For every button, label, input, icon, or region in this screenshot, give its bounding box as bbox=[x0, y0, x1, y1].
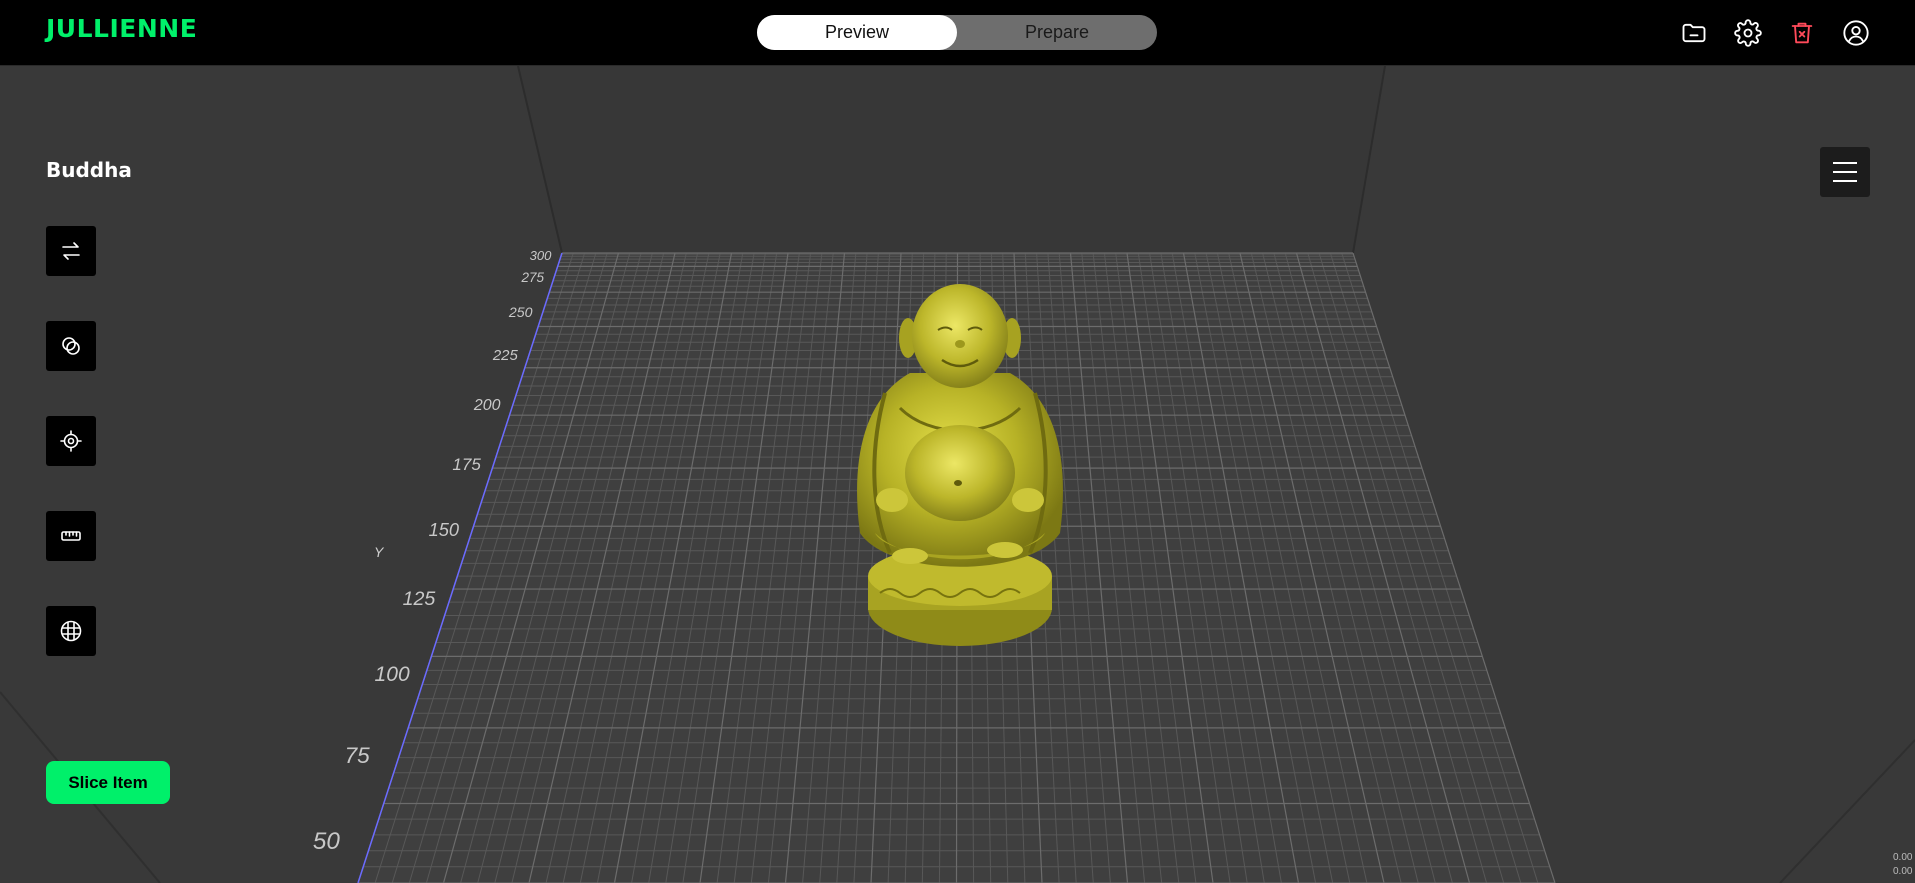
position-icon bbox=[60, 430, 82, 452]
folder-icon[interactable] bbox=[1680, 19, 1708, 47]
hamburger-icon-line bbox=[1833, 180, 1857, 182]
y-axis-tick-label: 150 bbox=[428, 518, 460, 540]
y-axis-tick-label: 100 bbox=[374, 663, 410, 687]
grid-icon bbox=[60, 620, 82, 642]
y-axis-tick-label: 300 bbox=[529, 248, 552, 264]
top-bar: JULLIENNE Preview Prepare bbox=[0, 0, 1915, 66]
position-tool-button[interactable] bbox=[46, 416, 96, 466]
buddha-model[interactable] bbox=[830, 278, 1090, 658]
mode-toggle: Preview Prepare bbox=[757, 15, 1157, 50]
user-icon[interactable] bbox=[1842, 19, 1870, 47]
y-axis-tick-label: 50 bbox=[312, 828, 340, 856]
y-axis-tick-label: 250 bbox=[508, 303, 533, 320]
model-name: Buddha bbox=[46, 158, 132, 182]
tab-prepare[interactable]: Prepare bbox=[957, 15, 1157, 50]
slice-item-button[interactable]: Slice Item bbox=[46, 761, 170, 804]
y-axis-name: Y bbox=[374, 544, 384, 560]
move-tool-button[interactable] bbox=[46, 226, 96, 276]
move-icon bbox=[62, 242, 80, 260]
y-axis-tick-label: 125 bbox=[402, 588, 436, 611]
scale-icon bbox=[62, 337, 80, 355]
y-axis-tick-label: 225 bbox=[492, 346, 518, 364]
menu-button[interactable] bbox=[1820, 147, 1870, 197]
y-axis-tick-label: 175 bbox=[452, 454, 481, 474]
brand-logo: JULLIENNE bbox=[46, 14, 198, 43]
y-axis-tick-label: 75 bbox=[344, 743, 370, 769]
scale-tool-button[interactable] bbox=[46, 321, 96, 371]
y-axis-tick-label: 275 bbox=[521, 270, 544, 285]
viewport-3d[interactable]: 300 275 250 225 200 175 150 125 100 75 50 Y B bbox=[0, 66, 1915, 883]
y-axis-tick-label: 200 bbox=[473, 397, 501, 415]
coordinate-readout-2: 0.00 bbox=[1893, 866, 1913, 877]
gear-icon[interactable] bbox=[1734, 19, 1762, 47]
ruler-icon bbox=[61, 531, 81, 541]
tab-preview[interactable]: Preview bbox=[757, 15, 957, 50]
coordinate-readout-1: 0.00 bbox=[1893, 852, 1913, 863]
measure-tool-button[interactable] bbox=[46, 511, 96, 561]
hamburger-icon-line bbox=[1833, 162, 1857, 164]
trash-icon[interactable] bbox=[1788, 19, 1816, 47]
grid-tool-button[interactable] bbox=[46, 606, 96, 656]
hamburger-icon-line bbox=[1833, 171, 1857, 173]
